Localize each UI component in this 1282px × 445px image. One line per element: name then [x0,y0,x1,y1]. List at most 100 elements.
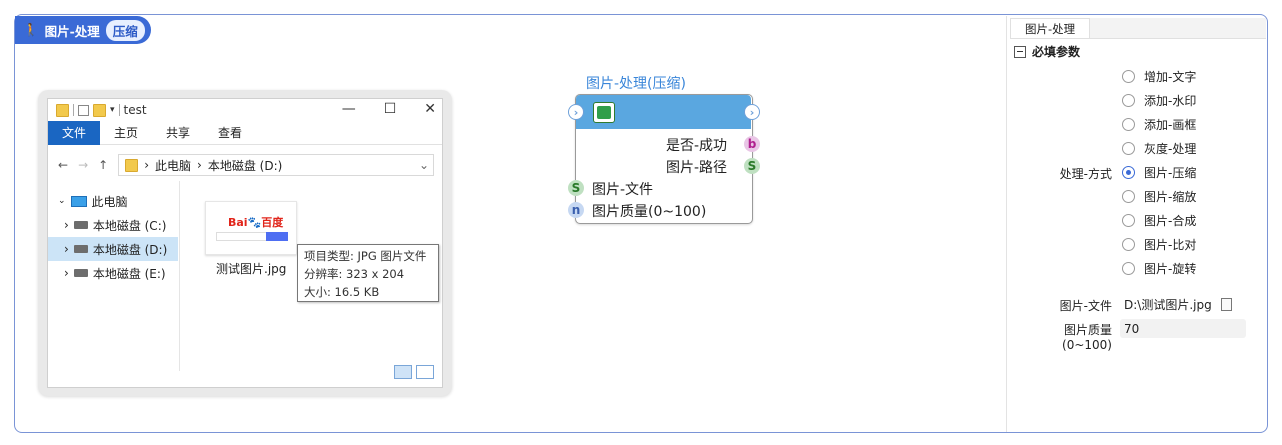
radio-icon[interactable] [1122,141,1135,155]
folder-icon [56,103,69,117]
radio-icon[interactable] [1122,261,1135,275]
file-thumbnail[interactable]: Bai🐾百度 [205,201,297,255]
tooltip-resolution: 分辨率: 323 x 204 [304,267,405,281]
mode-option[interactable]: 图片-缩放 [1122,186,1196,206]
mode-option-label: 图片-缩放 [1144,189,1197,204]
chevron-right-icon[interactable]: › [58,266,69,280]
radio-icon[interactable] [1122,69,1135,83]
view-toggle [394,365,434,379]
tab-image-process[interactable]: 图片-处理 [1010,18,1091,38]
mode-option-label: 图片-比对 [1144,237,1197,252]
chevron-down-icon[interactable]: ⌄ [419,158,429,172]
section-required-params[interactable]: 必填参数 [1014,43,1080,60]
output-success-port[interactable]: b [744,136,760,152]
mode-option[interactable]: 图片-合成 [1122,210,1196,230]
computer-icon [70,195,87,207]
mode-option-label: 灰度-处理 [1144,141,1197,156]
properties-icon[interactable] [78,104,89,116]
window-title: test [123,103,147,117]
large-icons-view-icon[interactable] [416,365,434,379]
file-field[interactable]: D:\测试图片.jpg [1120,295,1246,314]
baidu-logo: Bai🐾百度 [228,216,284,229]
node-title: 图片-处理(压缩) [586,76,686,92]
file-name[interactable]: 测试图片.jpg [216,260,286,277]
input-file-port[interactable]: S [568,180,584,196]
mode-option[interactable]: 灰度-处理 [1122,138,1196,158]
output-path-label: 图片-路径 [666,160,728,176]
window-controls: — ☐ ✕ [342,101,436,117]
mode-label: 处理-方式 [1059,167,1112,181]
mode-option[interactable]: 添加-画框 [1122,114,1196,134]
tab-home[interactable]: 主页 [100,121,152,145]
mode-option[interactable]: 图片-旋转 [1122,258,1196,278]
radio-icon[interactable] [1122,117,1135,131]
back-icon[interactable]: ← [58,158,68,172]
quality-label: 图片质量(0~100) [1062,323,1112,352]
browse-file-icon[interactable] [1221,298,1232,311]
expand-icon[interactable]: ⌄ [58,196,66,206]
tree-item-drive-d[interactable]: › 本地磁盘 (D:) [48,237,178,261]
tab-view[interactable]: 查看 [204,121,256,145]
address-drive[interactable]: 本地磁盘 (D:) [208,157,282,174]
radio-icon[interactable] [1122,213,1135,227]
tree-item-label: 本地磁盘 (D:) [92,242,168,257]
tree-item-drive-c[interactable]: › 本地磁盘 (C:) [48,213,178,237]
chevron-right-icon[interactable]: › [58,218,69,232]
image-process-icon [593,102,615,123]
forward-icon[interactable]: → [78,158,88,172]
tab-share[interactable]: 共享 [152,121,204,145]
tooltip-type: 项目类型: JPG 图片文件 [304,249,427,263]
address-root[interactable]: 此电脑 [155,157,191,174]
mode-option[interactable]: 图片-压缩 [1122,162,1196,182]
maximize-icon[interactable]: ☐ [384,101,397,117]
mode-option-label: 添加-画框 [1144,117,1197,132]
mode-option[interactable]: 添加-水印 [1122,90,1196,110]
drive-icon [73,269,88,277]
explorer-preview-card: ▾ test — ☐ ✕ 文件 主页 共享 查看 ← → ↑ › 此电脑 › 本… [38,90,452,396]
mode-option[interactable]: 图片-比对 [1122,234,1196,254]
chevron-right-icon[interactable]: › [58,242,69,256]
address-bar[interactable]: › 此电脑 › 本地磁盘 (D:) ⌄ [118,154,434,176]
mode-option[interactable]: 增加-文字 [1122,66,1196,86]
details-view-icon[interactable] [394,365,412,379]
close-icon[interactable]: ✕ [424,101,436,117]
navigation-tree: ⌄ 此电脑 › 本地磁盘 (C:) › 本地磁盘 (D:) › 本地磁盘 (E:… [48,189,178,285]
minimize-icon[interactable]: — [342,101,356,117]
quality-input[interactable]: 70 [1120,319,1246,338]
radio-icon[interactable] [1122,237,1135,251]
node-header[interactable] [576,95,751,129]
dropdown-icon[interactable]: ▾ [110,105,115,115]
file-tooltip: 项目类型: JPG 图片文件 分辨率: 323 x 204 大小: 16.5 K… [297,244,439,302]
ribbon-tabs: 文件 主页 共享 查看 [48,120,442,145]
badge-mode: 压缩 [105,19,145,41]
tab-file[interactable]: 文件 [48,120,101,145]
collapse-icon[interactable] [1014,45,1026,58]
radio-icon[interactable] [1122,93,1135,107]
drive-icon [73,245,88,253]
output-success-label: 是否-成功 [666,138,728,154]
output-path-port[interactable]: S [744,158,760,174]
tree-item-drive-e[interactable]: › 本地磁盘 (E:) [48,261,178,285]
mode-option-label: 图片-合成 [1144,213,1197,228]
mode-option-label: 增加-文字 [1144,69,1197,84]
mode-option-label: 图片-旋转 [1144,261,1197,276]
mode-option-label: 添加-水印 [1144,93,1197,108]
input-file-label: 图片-文件 [592,182,654,198]
quality-value: 70 [1124,321,1140,336]
radio-icon[interactable] [1122,165,1135,179]
up-icon[interactable]: ↑ [98,158,108,172]
drive-icon [73,221,88,229]
new-folder-icon[interactable] [93,103,106,117]
tree-item-this-pc[interactable]: ⌄ 此电脑 [48,189,178,213]
input-quality-port[interactable]: n [568,202,584,218]
tree-item-label: 此电脑 [91,194,128,209]
explorer-window: ▾ test — ☐ ✕ 文件 主页 共享 查看 ← → ↑ › 此电脑 › 本… [47,98,443,388]
panel-divider [1006,16,1007,432]
tree-item-label: 本地磁盘 (C:) [92,218,167,233]
flow-out-port[interactable]: › [744,104,760,120]
tooltip-size: 大小: 16.5 KB [304,285,380,299]
input-quality-label: 图片质量(0~100) [592,204,707,220]
radio-icon[interactable] [1122,189,1135,203]
file-value: D:\测试图片.jpg [1124,298,1212,312]
flow-in-port[interactable]: › [568,104,584,120]
